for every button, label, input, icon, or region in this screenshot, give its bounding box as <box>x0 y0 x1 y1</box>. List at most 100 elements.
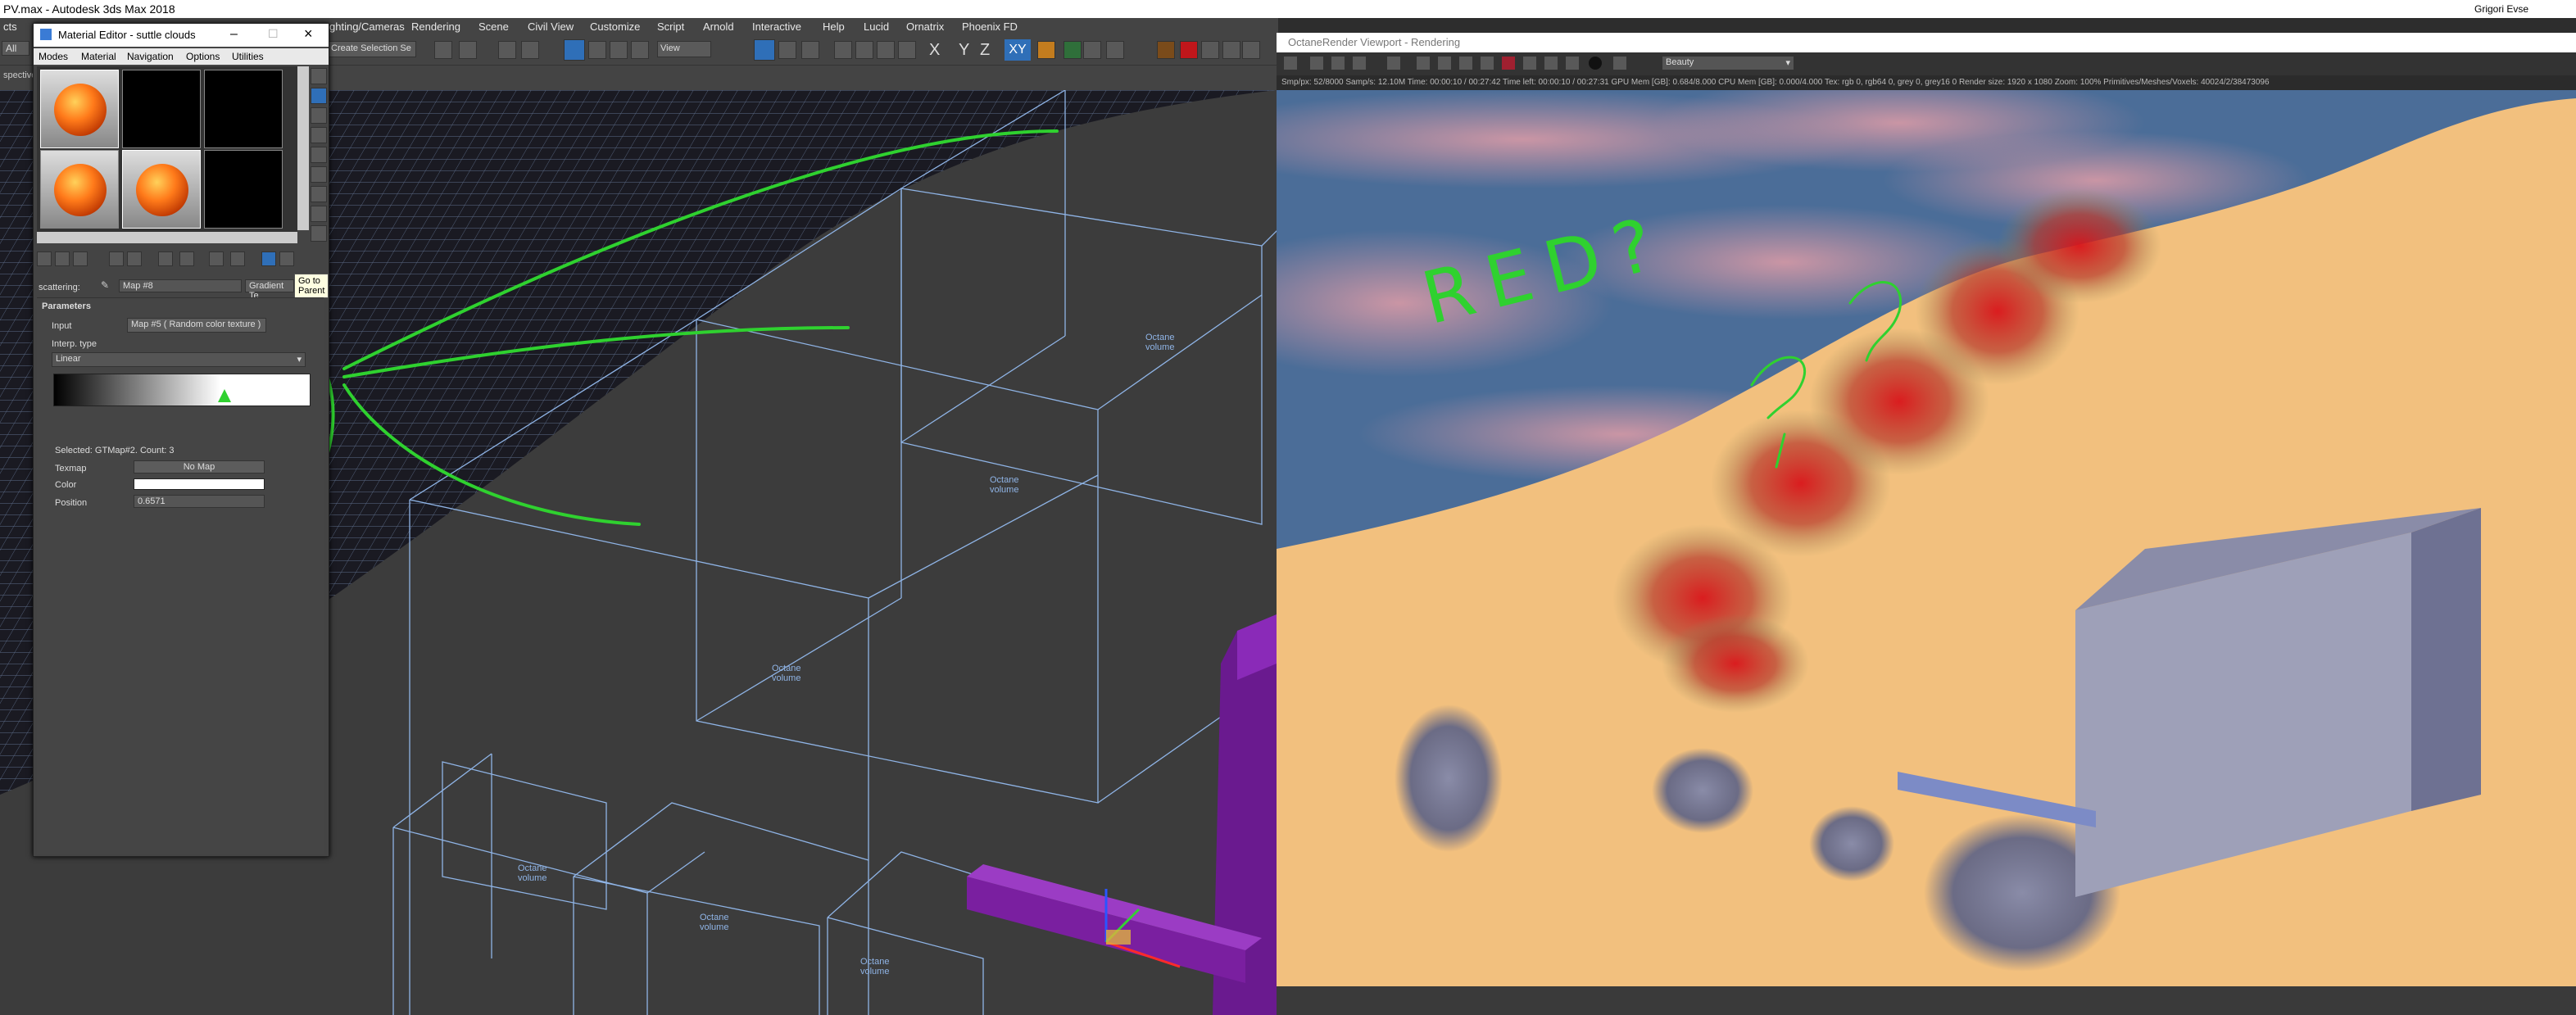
focus-picker-icon[interactable] <box>1437 56 1452 70</box>
sample-type-icon[interactable] <box>311 68 327 84</box>
angle-snap-icon[interactable] <box>855 41 873 59</box>
snap-icon[interactable] <box>834 41 852 59</box>
position-spinner[interactable]: 0.6571 <box>134 495 265 508</box>
maximize-icon[interactable]: ☐ <box>268 27 279 41</box>
menu-utilities[interactable]: Utilities <box>232 51 264 62</box>
go-forward-sibling-icon[interactable] <box>279 251 294 266</box>
menu-item-rendering[interactable]: Rendering <box>411 20 460 33</box>
teapot-icon[interactable] <box>1157 41 1175 59</box>
sample-slot-3[interactable] <box>204 70 283 148</box>
lock-icon[interactable] <box>1544 56 1558 70</box>
go-to-parent-icon[interactable] <box>261 251 276 266</box>
menu-item-lucid[interactable]: Lucid <box>864 20 889 33</box>
material-id-icon[interactable] <box>179 251 194 266</box>
select-object-icon[interactable] <box>521 41 539 59</box>
gear-icon[interactable] <box>1242 41 1260 59</box>
selection-set-dropdown[interactable]: Create Selection Se <box>328 41 416 57</box>
background-icon[interactable] <box>311 107 327 124</box>
video-color-icon[interactable] <box>311 147 327 163</box>
menu-material[interactable]: Material <box>81 51 116 62</box>
close-icon[interactable]: × <box>304 25 313 43</box>
reset-map-icon[interactable] <box>109 251 124 266</box>
octane-render-image[interactable]: RED? <box>1277 90 2576 986</box>
sample-slot-1[interactable] <box>40 70 119 148</box>
tree-icon[interactable] <box>1083 41 1101 59</box>
sample-slot-4[interactable] <box>40 150 119 229</box>
octane-settings-icon[interactable] <box>1283 56 1298 70</box>
axis-z-button[interactable]: Z <box>980 41 990 60</box>
interp-type-dropdown[interactable]: Linear ▾ <box>52 352 306 367</box>
menu-item-civil-view[interactable]: Civil View <box>528 20 574 33</box>
menu-item-ornatrix[interactable]: Ornatrix <box>906 20 944 33</box>
assign-material-icon[interactable] <box>73 251 88 266</box>
clay-mode-icon[interactable] <box>1565 56 1580 70</box>
sample-slot-2[interactable] <box>122 70 201 148</box>
table-icon[interactable] <box>1106 41 1124 59</box>
show-end-result-icon[interactable] <box>230 251 245 266</box>
input-map-button[interactable]: Map #5 ( Random color texture ) <box>127 318 266 333</box>
menu-item-arnold[interactable]: Arnold <box>703 20 734 33</box>
menu-item-script[interactable]: Script <box>657 20 684 33</box>
menu-item-interactive[interactable]: Interactive <box>752 20 801 33</box>
keyboard-shortcut-icon[interactable] <box>801 41 819 59</box>
select-manipulate-icon[interactable] <box>778 41 796 59</box>
object-picker-icon[interactable] <box>1480 56 1494 70</box>
gear-icon-octane[interactable] <box>1612 56 1627 70</box>
show-map-icon[interactable] <box>209 251 224 266</box>
pivot-icon[interactable] <box>754 39 775 61</box>
slots-hscrollbar[interactable] <box>37 232 297 243</box>
axis-x-button[interactable]: X <box>929 41 940 60</box>
backlight-icon[interactable] <box>311 88 327 104</box>
get-material-icon[interactable] <box>37 251 52 266</box>
put-to-scene-icon[interactable] <box>55 251 70 266</box>
reference-coord-dropdown[interactable]: View <box>657 41 711 57</box>
percent-snap-icon[interactable] <box>877 41 895 59</box>
map-type-button[interactable]: Gradient Te <box>245 279 294 301</box>
render-frame-icon[interactable] <box>1201 41 1219 59</box>
restart-icon[interactable] <box>1416 56 1431 70</box>
put-to-library-icon[interactable] <box>158 251 173 266</box>
minimize-icon[interactable]: – <box>230 27 238 42</box>
viewport-label[interactable]: spective <box>3 70 36 80</box>
options-icon[interactable] <box>311 186 327 202</box>
color-swatch[interactable] <box>134 478 265 490</box>
menu-item-lighting-cameras[interactable]: ghting/Cameras <box>329 20 405 33</box>
stop-icon[interactable] <box>1352 56 1367 70</box>
slots-scrollbar[interactable] <box>297 66 309 230</box>
align-icon[interactable] <box>498 41 516 59</box>
mirror-icon[interactable] <box>459 41 477 59</box>
axis-xy-button[interactable]: XY <box>1005 39 1031 61</box>
make-unique-icon[interactable] <box>127 251 142 266</box>
menu-navigation[interactable]: Navigation <box>127 51 174 62</box>
render-setup-icon[interactable] <box>1222 41 1240 59</box>
uv-tiling-icon[interactable] <box>311 127 327 143</box>
menu-item-phoenix-fd[interactable]: Phoenix FD <box>962 20 1018 33</box>
region-icon[interactable] <box>1501 56 1516 70</box>
menu-item-customize[interactable]: Customize <box>590 20 640 33</box>
film-region-icon[interactable] <box>1522 56 1537 70</box>
menu-item-help[interactable]: Help <box>823 20 845 33</box>
select-by-material-icon[interactable] <box>311 206 327 222</box>
menu-item-cts[interactable]: cts <box>3 20 17 33</box>
sample-slot-6[interactable] <box>204 150 283 229</box>
menu-modes[interactable]: Modes <box>39 51 68 62</box>
plant-icon[interactable] <box>1064 41 1082 59</box>
selection-filter-dropdown[interactable]: All <box>2 41 29 56</box>
map-name-field[interactable]: Map #8 <box>119 279 242 292</box>
axis-y-button[interactable]: Y <box>959 41 969 60</box>
material-picker-icon[interactable] <box>1458 56 1473 70</box>
gradient-flag[interactable] <box>218 389 231 402</box>
save-icon[interactable] <box>1309 56 1324 70</box>
fr-plugin-icon[interactable] <box>1037 41 1055 59</box>
make-preview-icon[interactable] <box>311 166 327 183</box>
menu-item-scene[interactable]: Scene <box>478 20 509 33</box>
scale-icon[interactable] <box>610 41 628 59</box>
menu-options[interactable]: Options <box>186 51 220 62</box>
material-navigator-icon[interactable] <box>311 225 327 242</box>
layer-icon[interactable] <box>434 41 452 59</box>
place-icon[interactable] <box>631 41 649 59</box>
user-name[interactable]: Grigori Evse <box>2474 3 2528 15</box>
rotate-icon[interactable] <box>588 41 606 59</box>
render-pass-dropdown[interactable]: Beauty ▾ <box>1662 56 1794 70</box>
move-icon[interactable] <box>564 39 585 61</box>
